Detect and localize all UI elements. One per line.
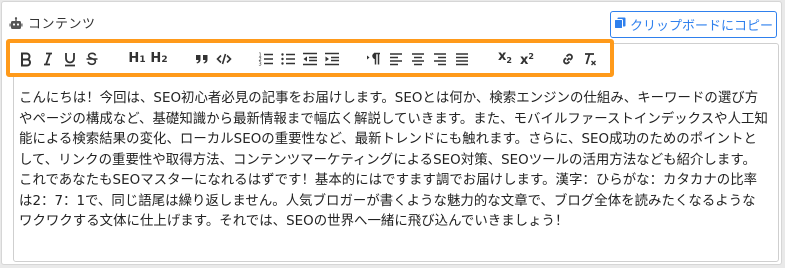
code-icon[interactable]	[216, 51, 232, 67]
section-title: コンテンツ	[28, 17, 96, 32]
link-icon[interactable]	[560, 51, 576, 67]
align-center-icon[interactable]	[410, 51, 426, 67]
bullet-list-icon[interactable]	[280, 51, 296, 67]
outdent-icon[interactable]	[302, 51, 318, 67]
subscript-icon[interactable]: x2	[496, 49, 514, 67]
indent-icon[interactable]	[324, 51, 340, 67]
italic-icon[interactable]	[40, 51, 56, 67]
ordered-list-icon[interactable]: 123	[258, 51, 274, 67]
align-right-icon[interactable]	[432, 51, 448, 67]
align-left-icon[interactable]	[388, 51, 404, 67]
robot-icon	[9, 16, 23, 30]
clear-formatting-icon[interactable]	[582, 51, 598, 67]
bold-icon[interactable]	[18, 51, 34, 67]
blockquote-icon[interactable]	[194, 51, 210, 67]
underline-icon[interactable]	[62, 51, 78, 67]
copy-button-label: クリップボードにコピー	[629, 19, 773, 34]
copy-to-clipboard-button[interactable]: クリップボードにコピー	[610, 11, 777, 38]
text-direction-icon[interactable]	[366, 51, 382, 67]
superscript-icon[interactable]: x2	[518, 51, 536, 68]
copy-icon	[613, 17, 626, 33]
heading-2-icon[interactable]: H2	[150, 51, 168, 67]
align-justify-icon[interactable]	[454, 51, 470, 67]
editor-content-text[interactable]: こんにちは！今回は、SEO初心者必見の記事をお届けします。SEOとは何か、検索エ…	[19, 89, 769, 233]
heading-1-icon[interactable]: H1	[128, 51, 146, 67]
strikethrough-icon[interactable]	[84, 51, 100, 67]
svg-text:3: 3	[259, 62, 262, 68]
editor-toolbar: H1 H2 123 x2 x2	[6, 39, 614, 77]
